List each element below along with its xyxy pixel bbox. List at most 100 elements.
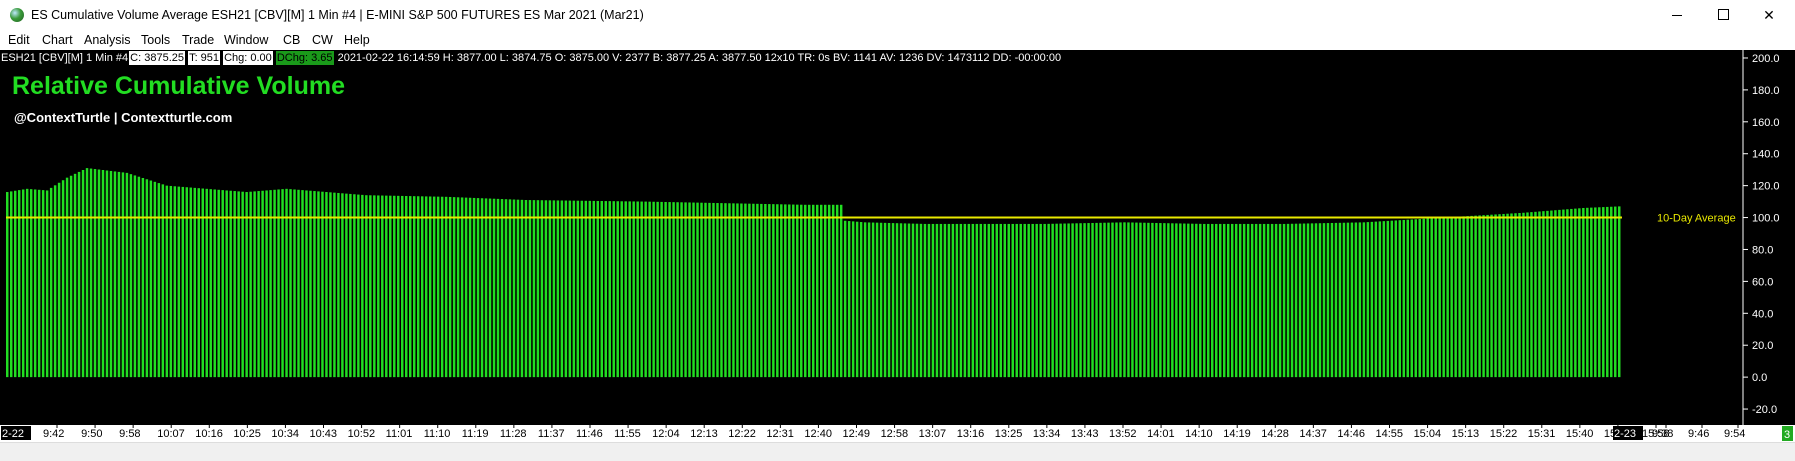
menu-chart[interactable]: Chart [42,33,73,47]
volume-bar [333,192,336,378]
menu-help[interactable]: Help [344,33,370,47]
volume-bar [365,195,368,378]
volume-bar [93,169,97,378]
volume-bar [1538,211,1541,378]
volume-bar [564,200,568,378]
volume-bar [1602,207,1605,378]
x-tick-label: 10:52 [348,428,376,440]
volume-bar [863,222,867,378]
volume-bar [464,197,468,378]
maximize-icon [1718,9,1729,20]
volume-bar [616,201,619,378]
volume-bar [656,201,659,378]
relative-volume-chart[interactable]: 10-Day Average -20.0 0.0 20.0 40.0 60.0 80.0 10… [0,50,1795,425]
volume-bar [1554,210,1557,378]
x-tick-label: 13:52 [1109,428,1137,440]
volume-bar [776,204,779,378]
window-title: ES Cumulative Volume Average ESH21 [CBV]… [31,8,644,22]
x-tick-label: 12:04 [652,428,680,440]
volume-bar [1574,208,1577,378]
menu-edit[interactable]: Edit [8,33,30,47]
volume-bar [548,200,552,378]
volume-bar [756,203,759,378]
volume-bar [652,201,655,378]
volume-bar [488,198,492,378]
volume-bar [983,223,987,378]
close-button[interactable]: ✕ [1746,0,1792,30]
volume-bar [321,191,324,378]
volume-bar [827,204,831,378]
volume-bar [109,170,113,378]
menu-cb[interactable]: CB [283,33,300,47]
volume-bar [1434,218,1437,378]
volume-bar [812,204,815,378]
volume-bar [1266,223,1270,378]
volume-bar [133,175,137,378]
volume-bar [389,195,392,378]
menu-trade[interactable]: Trade [182,33,214,47]
volume-bar [792,204,795,378]
volume-bar [1282,223,1286,378]
volume-bar [1115,222,1118,378]
volume-bar [843,220,847,378]
volume-bar [808,204,811,378]
x-tick-label: 11:28 [500,428,527,440]
x-tick-label: 15:13 [1452,428,1480,440]
volume-bar [1426,218,1429,378]
volume-bar [1187,223,1190,378]
volume-bar [556,200,560,378]
menu-cw[interactable]: CW [312,33,333,47]
y-tick-label: -20.0 [1752,404,1777,416]
volume-bar [1430,218,1433,378]
x-tick-label: 14:10 [1185,428,1213,440]
minimize-button[interactable] [1654,0,1700,30]
volume-bar [859,222,863,378]
chart-title: Relative Cumulative Volume [12,72,345,100]
volume-bar [1171,223,1174,378]
volume-bar [1382,221,1386,378]
maximize-button[interactable] [1700,0,1746,30]
volume-bar [1095,222,1098,378]
volume-bar [620,201,623,378]
volume-bar [409,196,412,378]
volume-bar [57,182,61,378]
volume-bar [596,200,600,378]
x-tick-label: 13:34 [1033,428,1061,440]
volume-bar [1378,221,1382,378]
volume-bar [257,191,260,378]
volume-bar [740,203,743,378]
volume-bar [816,204,819,378]
menu-analysis[interactable]: Analysis [84,33,131,47]
ten-day-average-label: 10-Day Average [1657,213,1736,225]
volume-bar [1614,206,1617,378]
volume-bar [1334,222,1338,378]
x-tick-label: 11:10 [424,428,451,440]
volume-bar [1031,223,1034,378]
volume-bar [1127,222,1130,378]
title-bar: ES Cumulative Volume Average ESH21 [CBV]… [0,0,1795,30]
volume-bar [420,196,424,378]
x-tick-label: 9:42 [43,428,64,440]
volume-bar [963,223,967,378]
y-tick-label: 120.0 [1752,181,1780,193]
volume-bar [1358,222,1362,378]
volume-bar [1354,222,1358,378]
volume-bar [1506,213,1509,378]
x-tick-label: 9:38 [1652,428,1673,440]
volume-bar [197,188,200,378]
volume-bar [1550,210,1553,378]
y-tick-label: 140.0 [1752,149,1780,161]
volume-bar [1546,210,1549,378]
volume-bar [664,201,667,378]
volume-bar [1486,214,1489,378]
menu-window[interactable]: Window [224,33,268,47]
volume-bar [436,196,440,378]
volume-bar [1278,223,1282,378]
volume-bar [632,201,635,378]
volume-bar [1258,223,1262,378]
volume-bar [1610,206,1613,378]
volume-bar [1155,222,1158,378]
menu-tools[interactable]: Tools [141,33,170,47]
time-axis[interactable]: 2-22 9:42 9:50 9:58 10:07 10:16 10:25 10:34 10:4… [0,425,1795,442]
horizontal-scrollbar[interactable] [0,442,1795,461]
